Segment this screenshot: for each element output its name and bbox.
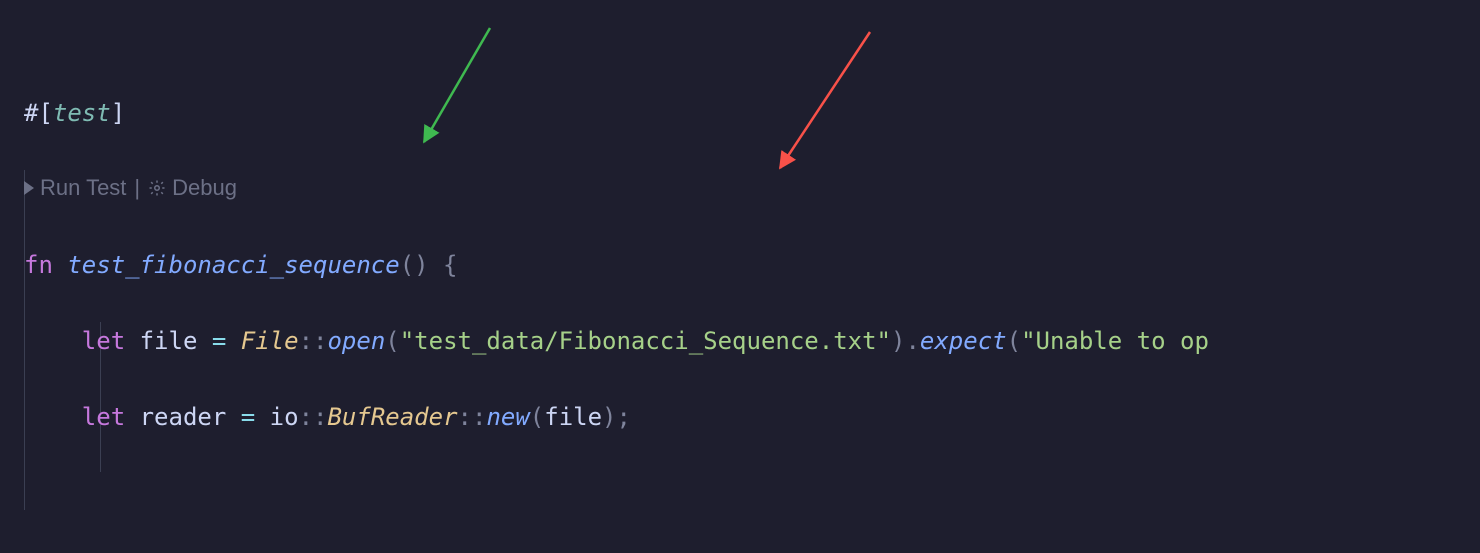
blank-line [24,474,1480,512]
fn-signature: fn test_fibonacci_sequence() { [24,246,1480,284]
debug-button[interactable]: Debug [148,172,237,204]
let-file: let file = File::open("test_data/Fibonac… [24,322,1480,360]
gear-icon [148,179,166,197]
let-reader: let reader = io::BufReader::new(file); [24,398,1480,436]
attr-line: #[test] [24,94,1480,132]
run-test-button[interactable]: Run Test [24,172,126,204]
code-editor[interactable]: #[test] Run Test | Debug fn test_fibonac… [0,0,1480,553]
run-test-label: Run Test [40,172,126,204]
codelens-separator: | [134,172,140,204]
codelens-row: Run Test | Debug [24,172,1480,204]
play-icon [24,181,34,195]
debug-label: Debug [172,172,237,204]
